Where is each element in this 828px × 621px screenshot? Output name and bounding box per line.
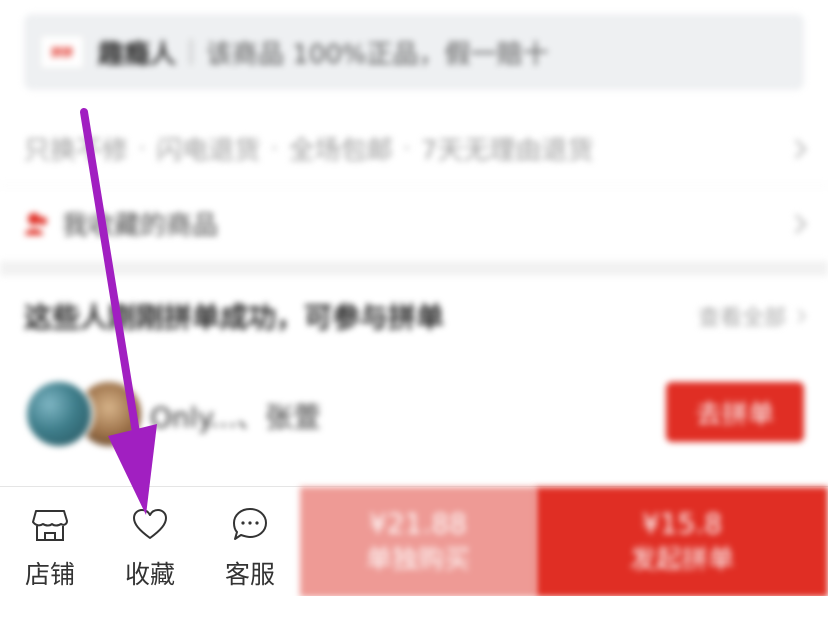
group-buy-label: 发起拼单 xyxy=(629,545,734,575)
heart-icon xyxy=(130,505,170,545)
bottom-action-bar: 店铺 收藏 客服 ¥21.88 单独购买 ¥15.8 发起拼单 xyxy=(0,486,828,597)
customer-service-tab[interactable]: 客服 xyxy=(200,487,300,597)
my-favorites-row[interactable]: 我收藏的商品 xyxy=(0,186,828,262)
service-item: 全场包邮 xyxy=(288,136,393,166)
join-group-button[interactable]: 去拼单 xyxy=(666,382,804,442)
avatar xyxy=(24,379,94,449)
chat-icon xyxy=(230,505,270,545)
shop-tab-label: 店铺 xyxy=(24,560,75,589)
my-favorites-label: 我收藏的商品 xyxy=(62,211,219,241)
service-item: 闪电退货 xyxy=(156,136,261,166)
favorite-tab[interactable]: 收藏 xyxy=(100,487,200,597)
group-buy-header: 这些人刚刚拼单成功，可参与拼单 查看全部 xyxy=(24,276,807,356)
section-divider xyxy=(0,262,828,276)
group-buy-title: 这些人刚刚拼单成功，可参与拼单 xyxy=(24,301,445,334)
single-buy-button[interactable]: ¥21.88 单独购买 xyxy=(300,487,536,597)
service-separator: · xyxy=(138,133,147,164)
group-buy-row: Only...、张萱 去拼单 xyxy=(24,372,804,456)
service-guarantees-row[interactable]: 只换不修 · 闪电退货 · 全场包邮 · 7天无理由退货 xyxy=(0,112,828,186)
chevron-right-icon xyxy=(791,308,807,324)
chevron-right-icon xyxy=(787,138,807,159)
single-buy-label: 单独购买 xyxy=(365,545,470,575)
single-buy-price: ¥21.88 xyxy=(369,507,467,540)
start-group-buy-button[interactable]: ¥15.8 发起拼单 xyxy=(536,487,828,597)
group-buy-price: ¥15.8 xyxy=(641,507,723,540)
banner-divider xyxy=(190,39,193,65)
user-icon xyxy=(24,211,50,237)
service-separator: · xyxy=(270,133,279,164)
chevron-right-icon xyxy=(787,213,807,234)
group-member-names: Only...、张萱 xyxy=(150,401,321,434)
bottom-safe-area xyxy=(0,596,828,621)
view-all-label: 查看全部 xyxy=(697,306,786,331)
favorite-tab-label: 收藏 xyxy=(124,560,175,589)
banner-brand: 趣瘾人 xyxy=(98,39,177,70)
customer-service-tab-label: 客服 xyxy=(224,560,275,589)
shop-icon xyxy=(30,505,70,545)
service-separator: · xyxy=(402,133,411,164)
shop-tab[interactable]: 店铺 xyxy=(0,487,100,597)
authenticity-banner: 拼拼 趣瘾人 该商品 100%正品，假一赔十 xyxy=(24,14,804,90)
brand-logo: 拼拼 xyxy=(40,35,84,69)
view-all-link[interactable]: 查看全部 xyxy=(697,300,807,332)
banner-text: 该商品 100%正品，假一赔十 xyxy=(206,39,549,70)
service-item: 7天无理由退货 xyxy=(420,136,594,166)
service-item: 只换不修 xyxy=(24,136,129,166)
